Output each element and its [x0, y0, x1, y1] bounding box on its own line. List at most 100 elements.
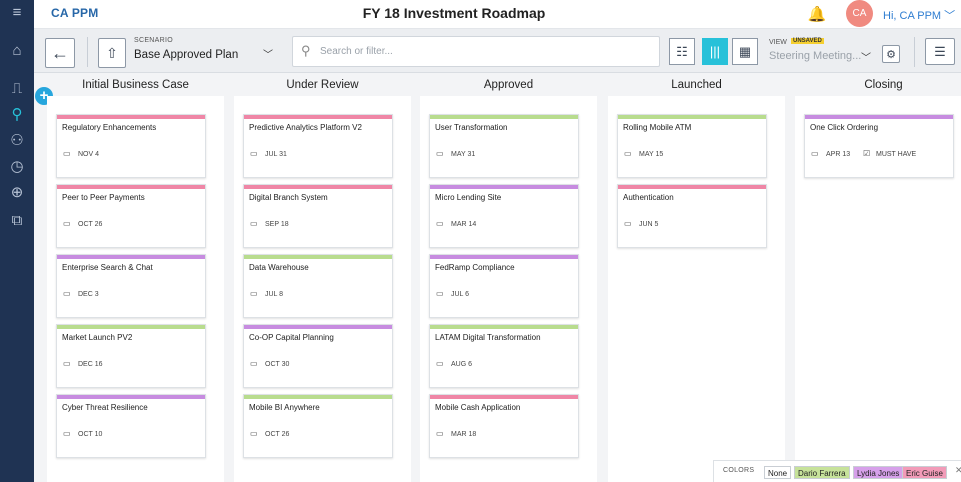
search-icon: ⚲ — [301, 43, 311, 58]
card-title: LATAM Digital Transformation — [435, 333, 541, 342]
card-color-bar — [57, 325, 205, 329]
column-body: Regulatory Enhancements ▭ NOV 4 Peer to Pee… — [47, 96, 224, 482]
card-title: Micro Lending Site — [435, 193, 502, 202]
roadmap-card[interactable]: Data Warehouse ▭ JUL 8 — [243, 254, 393, 318]
export-icon[interactable]: ⧉ — [0, 208, 34, 232]
roadmap-card[interactable]: Enterprise Search & Chat ▭ DEC 3 — [56, 254, 206, 318]
gear-icon: ⚙ — [886, 48, 896, 61]
bell-icon[interactable]: 🔔 — [807, 4, 827, 24]
card-date: JUL 6 — [451, 291, 470, 298]
card-title: Mobile Cash Application — [435, 403, 521, 412]
avatar[interactable]: CA — [846, 0, 873, 27]
calendar-icon: ▭ — [250, 219, 258, 228]
back-button[interactable]: ← — [45, 38, 75, 68]
calendar-icon: ▭ — [250, 429, 258, 438]
roadmap-card[interactable]: Predictive Analytics Platform V2 ▭ JUL 31 — [243, 114, 393, 178]
chevron-down-icon[interactable]: ﹀ — [861, 49, 871, 64]
calendar-icon: ▭ — [624, 149, 632, 158]
column-body: Rolling Mobile ATM ▭ MAY 15 Authentication ▭… — [608, 96, 785, 482]
legend-item-dario-farrera[interactable]: Dario Farrera — [794, 466, 850, 479]
card-color-bar — [244, 325, 392, 329]
calendar-icon: ▭ — [436, 219, 444, 228]
roadmap-card[interactable]: Authentication ▭ JUN 5 — [617, 184, 767, 248]
scenario-upload-button[interactable]: ⇧ — [98, 38, 126, 68]
card-date: MAY 31 — [451, 151, 476, 158]
card-date: JUL 8 — [265, 291, 284, 298]
card-title: FedRamp Compliance — [435, 263, 515, 272]
card-color-bar — [430, 255, 578, 259]
card-date: JUN 5 — [639, 221, 659, 228]
roadmap-card[interactable]: Mobile Cash Application ▭ MAR 18 — [429, 394, 579, 458]
roadmap-card[interactable]: User Transformation ▭ MAY 31 — [429, 114, 579, 178]
roadmap-card[interactable]: Peer to Peer Payments ▭ OCT 26 — [56, 184, 206, 248]
columns-icon: ||| — [709, 44, 721, 59]
card-date: APR 13 — [826, 151, 851, 158]
board-view-button[interactable]: ||| — [702, 38, 728, 65]
calendar-icon: ▭ — [436, 429, 444, 438]
roadmap-card[interactable]: One Click Ordering ▭ APR 13 ☑ MUST HAVE — [804, 114, 954, 178]
dashboard-icon[interactable]: ⎍ — [0, 76, 34, 100]
roadmap-card[interactable]: Micro Lending Site ▭ MAR 14 — [429, 184, 579, 248]
timeline-icon: ☷ — [676, 43, 688, 59]
roadmap-card[interactable]: LATAM Digital Transformation ▭ AUG 6 — [429, 324, 579, 388]
card-date: MAR 14 — [451, 221, 477, 228]
unsaved-badge: UNSAVED — [791, 38, 824, 44]
view-settings-button[interactable]: ⚙ — [882, 45, 900, 63]
home-icon[interactable]: ⌂ — [0, 38, 34, 62]
card-title: Market Launch PV2 — [62, 333, 133, 342]
card-date: MAR 18 — [451, 431, 477, 438]
chevron-down-icon[interactable]: ﹀ — [263, 46, 273, 61]
roadmap-icon[interactable]: ⚲ — [0, 102, 34, 126]
card-color-bar — [805, 115, 953, 119]
card-color-bar — [430, 395, 578, 399]
column-title: Launched — [671, 79, 722, 91]
card-date: JUL 31 — [265, 151, 287, 158]
calendar-icon: ▭ — [436, 149, 444, 158]
top-bar: CA PPM FY 18 Investment Roadmap 🔔 CA Hi,… — [34, 0, 961, 29]
scenario-select[interactable]: Base Approved Plan — [134, 49, 238, 61]
card-date: DEC 3 — [78, 291, 99, 298]
grid-view-button[interactable]: ▦ — [732, 38, 758, 65]
clock-icon[interactable]: ◷ — [0, 154, 34, 178]
chevron-down-icon: ﹀ — [944, 10, 956, 22]
calendar-icon: ▭ — [63, 149, 71, 158]
timeline-view-button[interactable]: ☷ — [669, 38, 695, 65]
card-date: AUG 6 — [451, 361, 473, 368]
column-title: Closing — [864, 79, 903, 91]
roadmap-card[interactable]: Cyber Threat Resilience ▭ OCT 10 — [56, 394, 206, 458]
card-color-bar — [244, 185, 392, 189]
roadmap-card[interactable]: Digital Branch System ▭ SEP 18 — [243, 184, 393, 248]
close-icon[interactable]: ✕ — [955, 465, 961, 476]
roadmap-card[interactable]: Market Launch PV2 ▭ DEC 16 — [56, 324, 206, 388]
card-date: NOV 4 — [78, 151, 100, 158]
card-color-bar — [57, 115, 205, 119]
calendar-icon: ▭ — [63, 219, 71, 228]
user-menu[interactable]: Hi, CA PPM ﹀ — [883, 7, 955, 23]
users-icon[interactable]: ⚇ — [0, 128, 34, 152]
calendar-icon: ▭ — [250, 149, 258, 158]
details-panel-button[interactable]: ☰ — [925, 38, 955, 65]
roadmap-card[interactable]: FedRamp Compliance ▭ JUL 6 — [429, 254, 579, 318]
calendar-icon: ▭ — [436, 359, 444, 368]
scenario-label: SCENARIO — [134, 37, 173, 44]
roadmap-card[interactable]: Rolling Mobile ATM ▭ MAY 15 — [617, 114, 767, 178]
globe-icon[interactable]: ⊕ — [0, 180, 34, 204]
search-input[interactable] — [320, 43, 640, 60]
roadmap-card[interactable]: Co-OP Capital Planning ▭ OCT 30 — [243, 324, 393, 388]
legend-item-eric-guise[interactable]: Eric Guise — [902, 466, 947, 479]
card-color-bar — [244, 395, 392, 399]
card-title: Rolling Mobile ATM — [623, 123, 692, 132]
legend-item-lydia-jones[interactable]: Lydia Jones — [853, 466, 904, 479]
menu-icon[interactable]: ≡ — [0, 0, 34, 24]
roadmap-card[interactable]: Regulatory Enhancements ▭ NOV 4 — [56, 114, 206, 178]
colors-legend: COLORS None Dario Farrera Lydia Jones Er… — [713, 460, 961, 482]
card-title: One Click Ordering — [810, 123, 879, 132]
legend-item-none[interactable]: None — [764, 466, 792, 479]
view-select[interactable]: Steering Meeting... — [769, 50, 861, 62]
divider — [87, 37, 88, 67]
column-title: Initial Business Case — [82, 79, 189, 91]
calendar-icon: ▭ — [250, 289, 258, 298]
roadmap-card[interactable]: Mobile BI Anywhere ▭ OCT 26 — [243, 394, 393, 458]
card-title: Peer to Peer Payments — [62, 193, 145, 202]
board-column: Initial Business Case Regulatory Enhancem… — [47, 78, 224, 482]
